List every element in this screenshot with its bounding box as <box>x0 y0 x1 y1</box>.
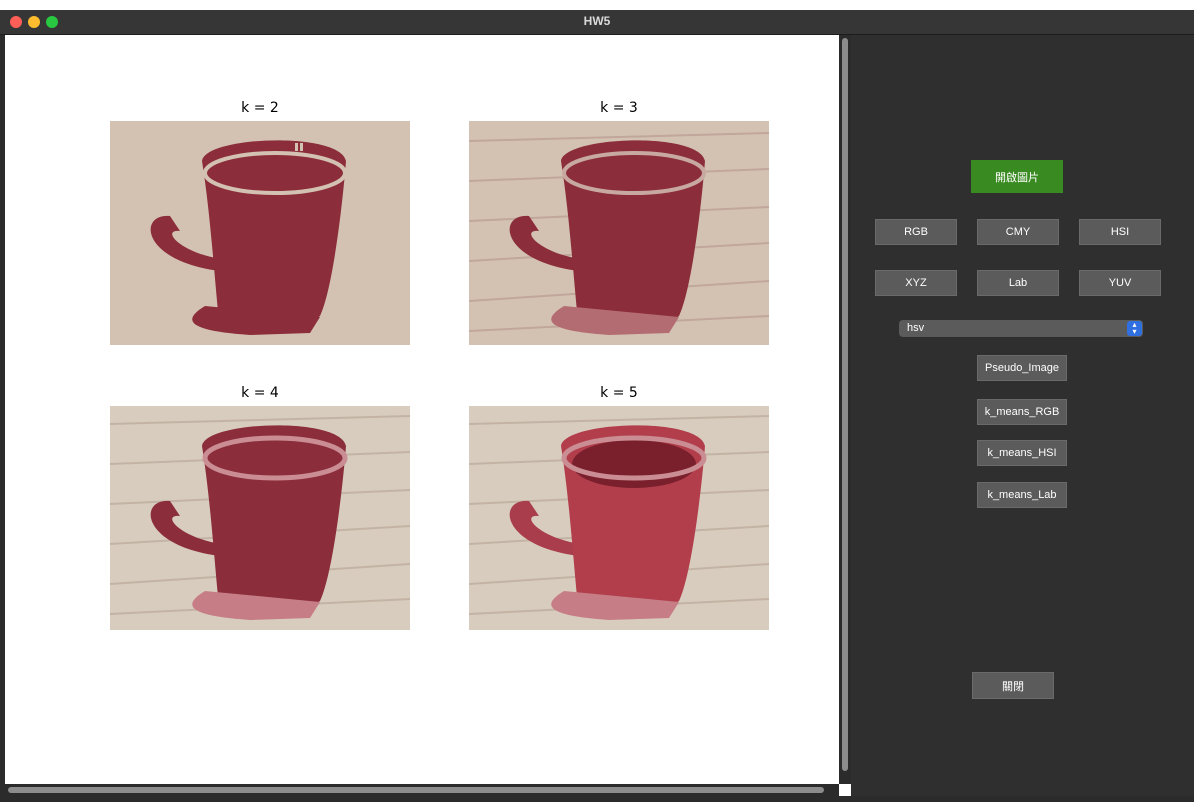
colormap-select[interactable]: hsv ▴ ▾ <box>899 320 1143 337</box>
k-means-rgb-button[interactable]: k_means_RGB <box>977 399 1067 425</box>
hsi-button[interactable]: HSI <box>1079 219 1161 245</box>
open-image-button[interactable]: 開啟圖片 <box>971 160 1063 193</box>
colormap-select-value: hsv <box>907 322 925 334</box>
app-window: HW5 k = 2 k = 3 k = 4 k = 5 開啟圖片 RGB CMY… <box>0 0 1194 802</box>
yuv-button[interactable]: YUV <box>1079 270 1161 296</box>
results-pane: k = 2 k = 3 k = 4 k = 5 <box>5 35 839 784</box>
window-frame-bottom <box>0 796 1194 802</box>
result-image-k4 <box>110 406 410 630</box>
cmy-button[interactable]: CMY <box>977 219 1059 245</box>
xyz-button[interactable]: XYZ <box>875 270 957 296</box>
result-title-k3: k = 3 <box>600 100 638 116</box>
rgb-button[interactable]: RGB <box>875 219 957 245</box>
lab-button[interactable]: Lab <box>977 270 1059 296</box>
horizontal-scroll-thumb[interactable] <box>8 787 824 793</box>
k-means-hsi-button[interactable]: k_means_HSI <box>977 440 1067 466</box>
chevron-up-down-icon: ▴ ▾ <box>1127 321 1142 336</box>
close-button[interactable]: 關閉 <box>972 672 1054 699</box>
vertical-scrollbar[interactable] <box>839 35 851 784</box>
k-means-lab-button[interactable]: k_means_Lab <box>977 482 1067 508</box>
horizontal-scrollbar[interactable] <box>5 784 839 796</box>
desktop-strip <box>0 0 1194 10</box>
title-bar[interactable]: HW5 <box>0 10 1194 35</box>
window-title: HW5 <box>583 14 611 28</box>
result-image-k5 <box>469 406 769 630</box>
result-title-k4: k = 4 <box>241 385 279 401</box>
vertical-scroll-thumb[interactable] <box>842 38 848 771</box>
result-title-k2: k = 2 <box>241 100 279 116</box>
control-panel: 開啟圖片 RGB CMY HSI XYZ Lab YUV hsv ▴ ▾ Pseu… <box>851 35 1194 796</box>
result-image-k3 <box>469 121 769 345</box>
result-title-k5: k = 5 <box>600 385 638 401</box>
result-image-k2 <box>110 121 410 345</box>
pseudo-image-button[interactable]: Pseudo_Image <box>977 355 1067 381</box>
